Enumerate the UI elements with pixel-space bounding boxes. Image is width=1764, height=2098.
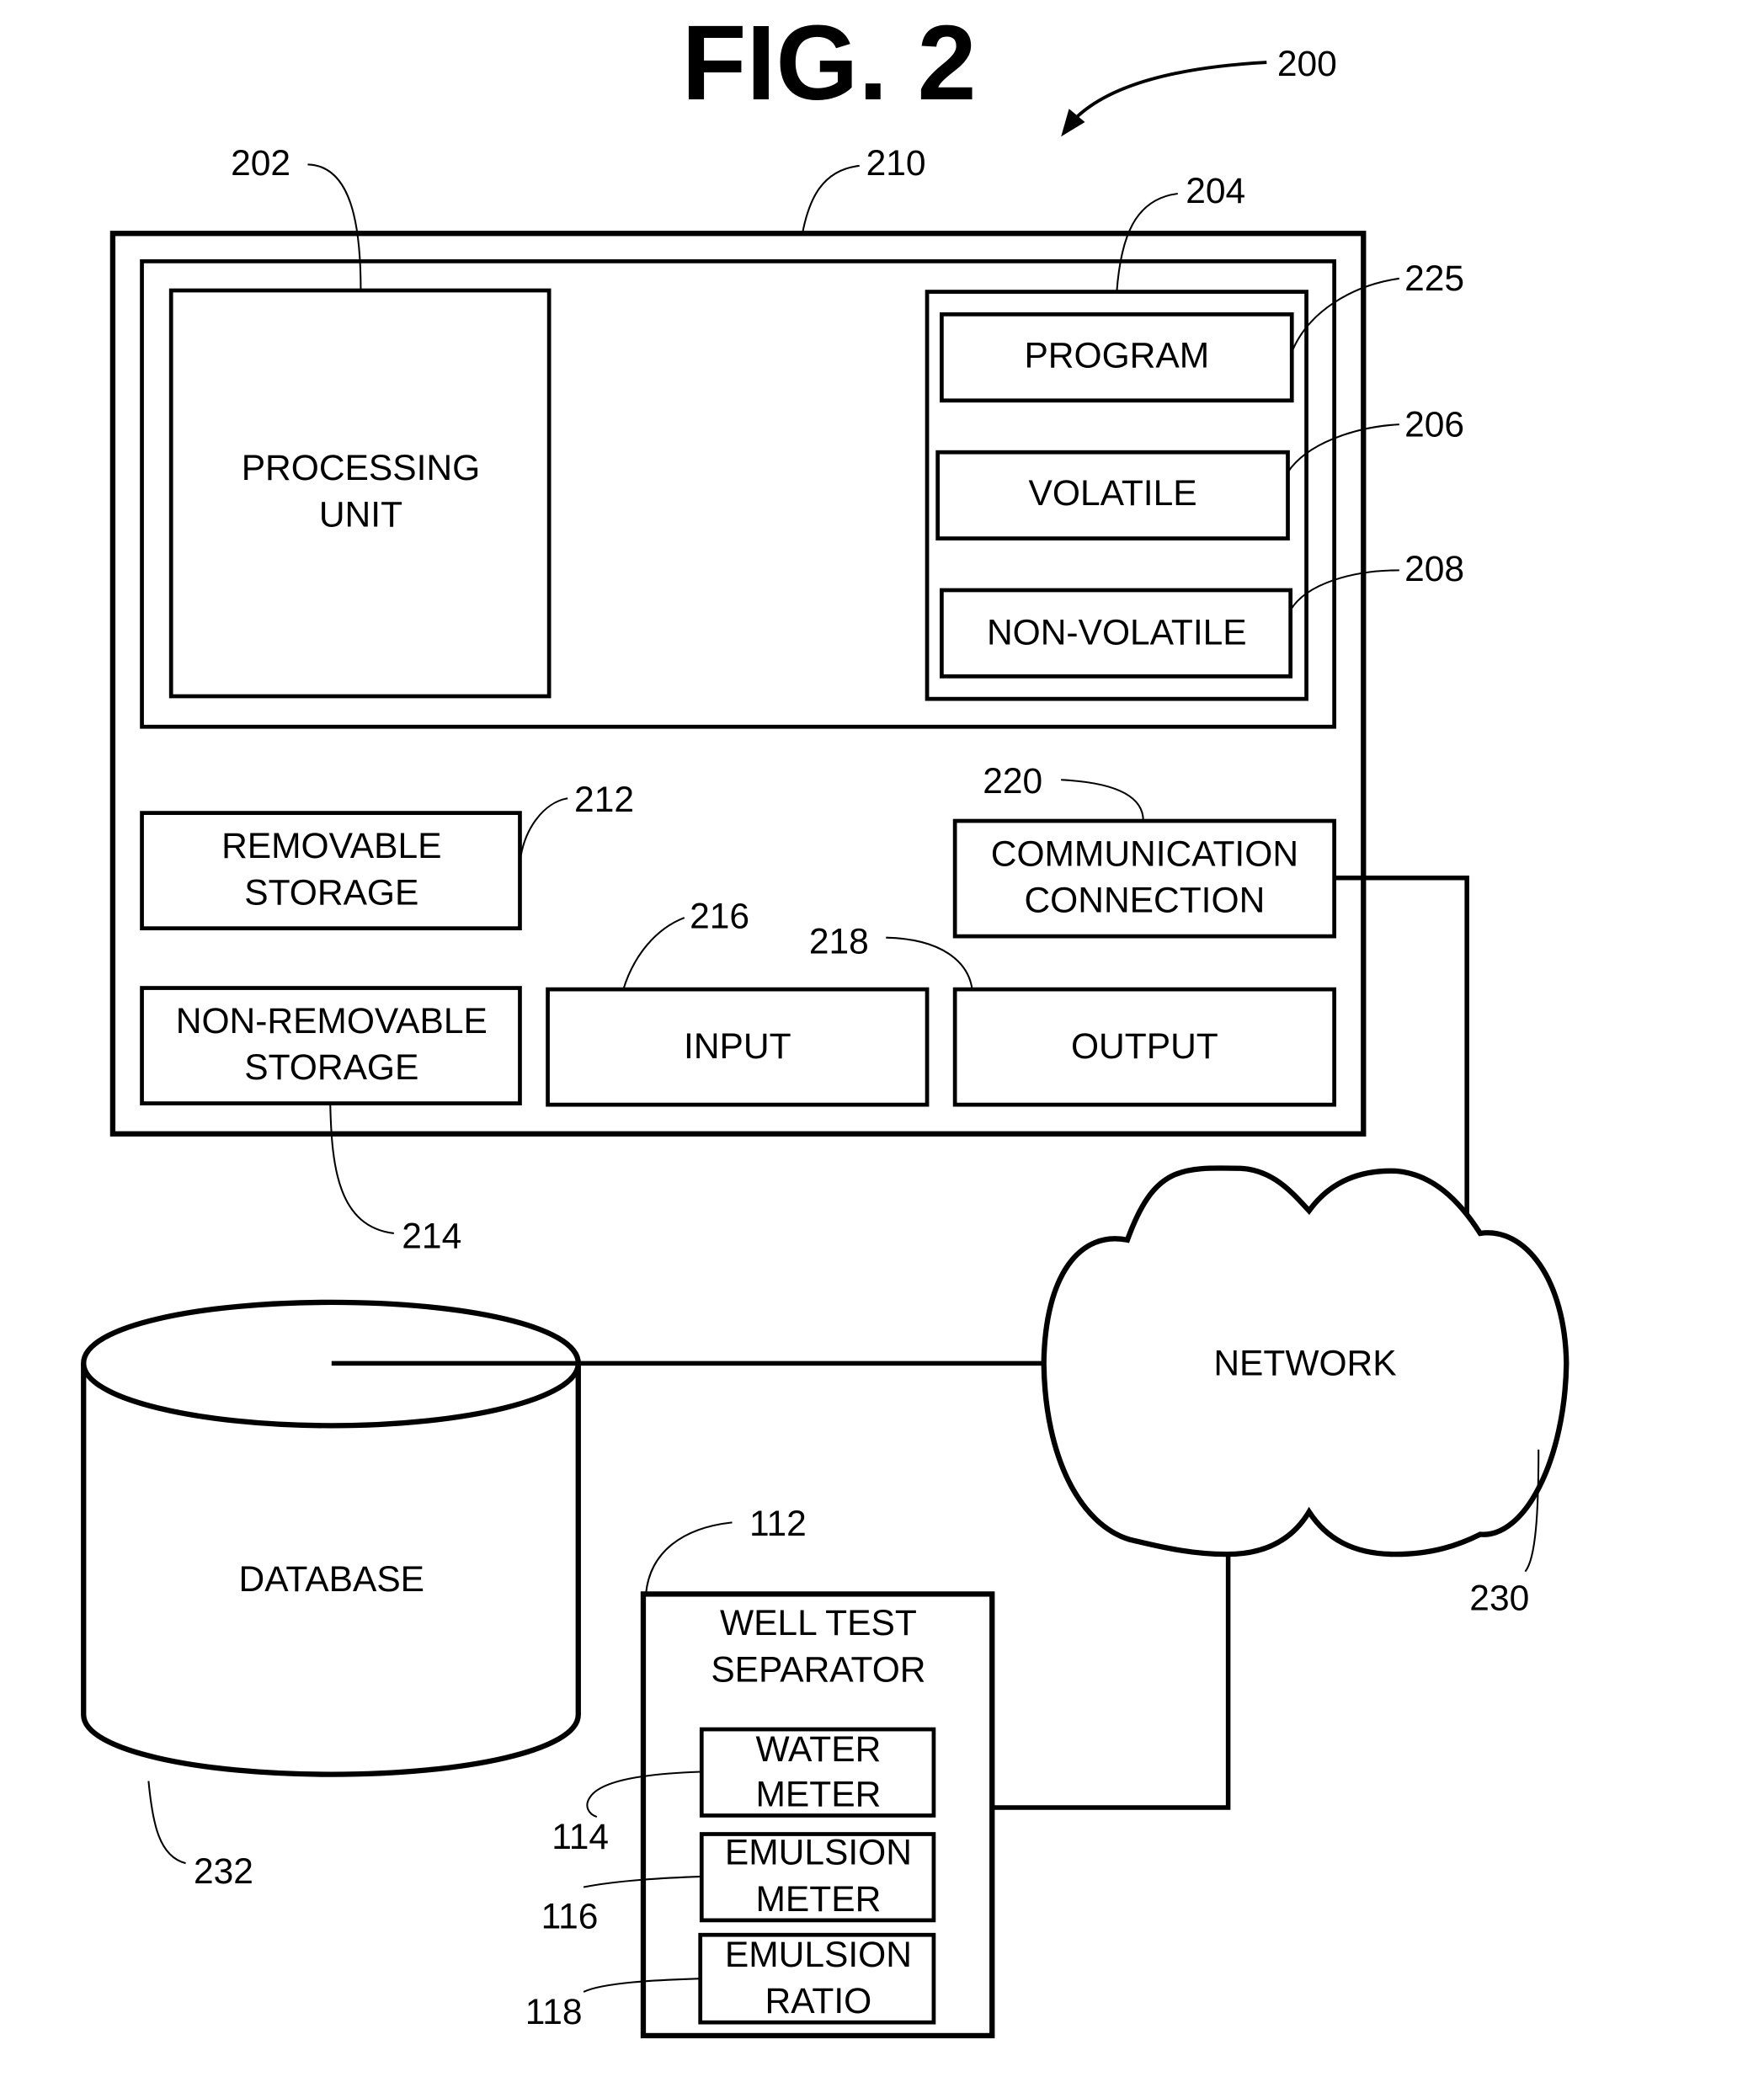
well-test-separator-label-2: SEPARATOR	[711, 1649, 925, 1690]
ref-218: 218	[809, 922, 869, 962]
ref-206: 206	[1404, 404, 1464, 445]
removable-storage-label-2: STORAGE	[244, 872, 418, 913]
database-cylinder-icon	[81, 1299, 581, 1777]
water-meter-label-2: METER	[755, 1774, 881, 1814]
ref-214: 214	[402, 1216, 461, 1256]
removable-storage-label-1: REMOVABLE	[221, 826, 441, 866]
ref-118: 118	[525, 1992, 583, 2032]
non-removable-storage-label-2: STORAGE	[244, 1047, 418, 1088]
network-to-separator-wire	[992, 1554, 1231, 1810]
emulsion-ratio-label-2: RATIO	[765, 1981, 872, 2021]
emulsion-meter-label-2: METER	[755, 1879, 881, 1920]
ref-204: 204	[1186, 171, 1245, 211]
ref-225: 225	[1404, 258, 1464, 299]
figure-title: FIG. 2	[681, 3, 976, 122]
ref-220: 220	[983, 761, 1042, 801]
non-volatile-label: NON-VOLATILE	[987, 613, 1247, 653]
patent-figure: FIG. 2 200 210 PROCESSING UNIT 202 204 P…	[81, 3, 1569, 2039]
emulsion-ratio-label-1: EMULSION	[725, 1935, 912, 1975]
water-meter-label-1: WATER	[755, 1729, 881, 1770]
ref-232: 232	[194, 1851, 253, 1892]
ref-216: 216	[690, 897, 749, 937]
well-test-separator-label-1: WELL TEST	[720, 1603, 917, 1643]
processing-unit-box	[168, 288, 552, 699]
communication-connection-label-2: CONNECTION	[1024, 881, 1265, 921]
program-label: PROGRAM	[1024, 335, 1209, 375]
input-label: INPUT	[684, 1026, 791, 1067]
ref-200-arrow	[1073, 61, 1267, 121]
ref-232-leader	[147, 1781, 186, 1865]
ref-112-leader	[645, 1521, 733, 1595]
ref-210: 210	[866, 143, 926, 184]
ref-116: 116	[541, 1896, 599, 1936]
emulsion-meter-label-1: EMULSION	[725, 1833, 912, 1873]
output-label: OUTPUT	[1071, 1026, 1218, 1067]
non-removable-storage-label-1: NON-REMOVABLE	[176, 1001, 488, 1041]
ref-200: 200	[1277, 44, 1337, 84]
ref-208: 208	[1404, 549, 1464, 589]
database-label: DATABASE	[239, 1559, 425, 1600]
ref-212: 212	[574, 780, 634, 820]
processing-unit-label-2: UNIT	[319, 494, 402, 535]
ref-112: 112	[749, 1504, 807, 1544]
processing-unit-label-1: PROCESSING	[242, 448, 480, 488]
ref-202: 202	[231, 143, 290, 184]
communication-connection-label-1: COMMUNICATION	[991, 834, 1298, 875]
ref-230: 230	[1469, 1578, 1529, 1618]
ref-114: 114	[552, 1817, 609, 1857]
ref-210-leader	[801, 164, 860, 234]
volatile-label: VOLATILE	[1029, 473, 1197, 514]
network-label: NETWORK	[1213, 1343, 1396, 1383]
